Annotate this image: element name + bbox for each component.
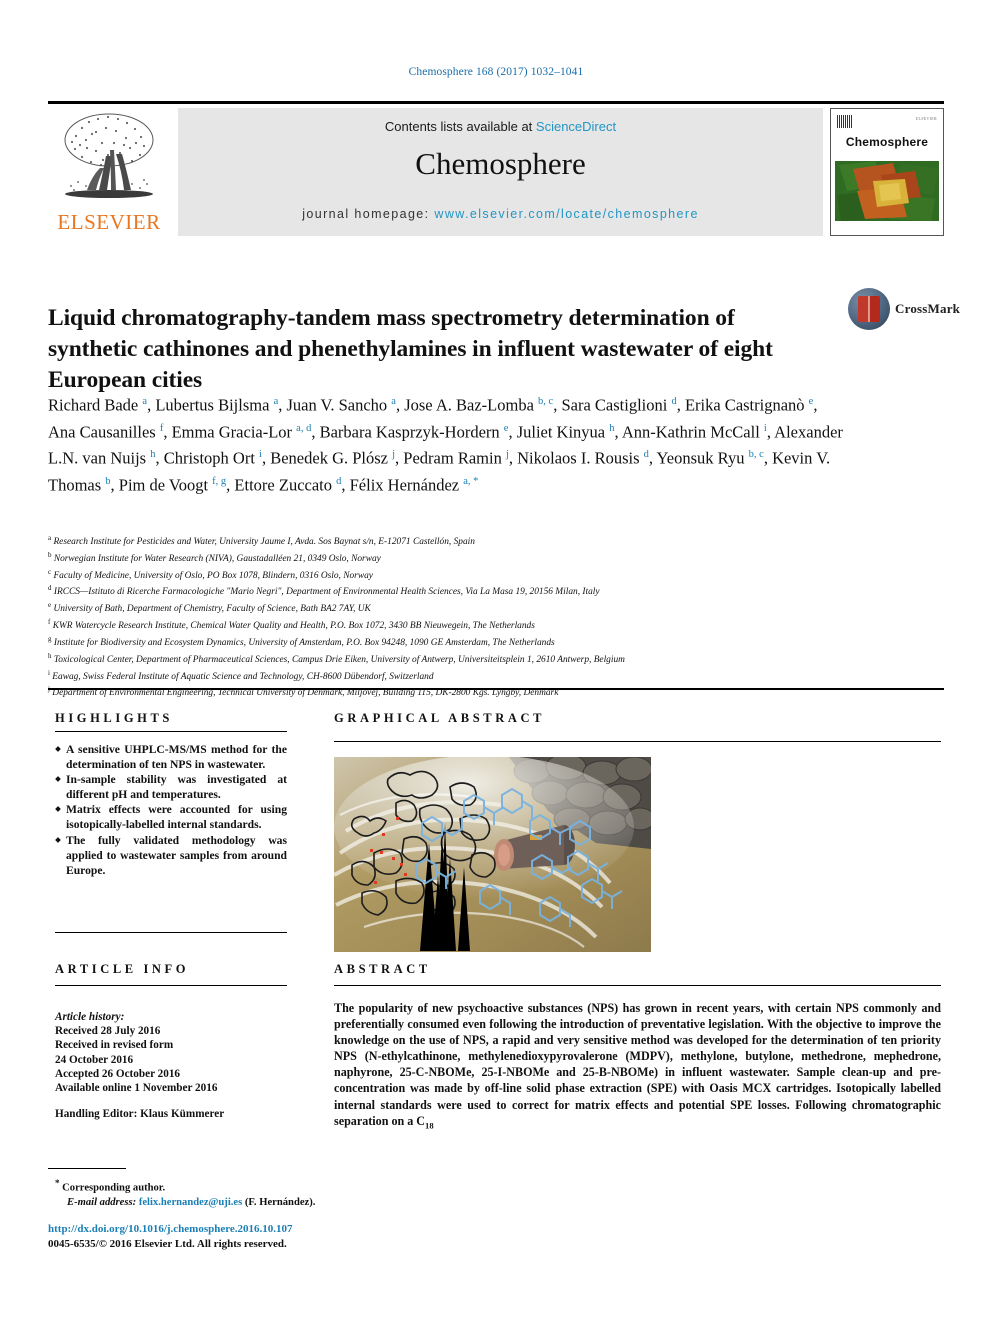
abstract-heading: ABSTRACT xyxy=(334,962,431,976)
affiliation-text: IRCCS—Istituto di Ricerche Farmacologich… xyxy=(51,587,600,598)
author-list: Richard Bade a, Lubertus Bijlsma a, Juan… xyxy=(48,395,843,495)
affiliation-item: c Faculty of Medicine, University of Osl… xyxy=(48,566,878,583)
affiliation-text: KWR Watercycle Research Institute, Chemi… xyxy=(50,621,535,632)
affiliation-item: g Institute for Biodiversity and Ecosyst… xyxy=(48,633,878,650)
article-info-spacer xyxy=(55,1095,295,1107)
corresponding-author-note: * Corresponding author. E-mail address: … xyxy=(55,1176,515,1210)
divider-graphical-abstract xyxy=(334,741,941,742)
graphical-abstract-graphic xyxy=(334,757,651,952)
crossmark-badge[interactable]: CrossMark xyxy=(848,288,960,334)
cover-footer xyxy=(835,225,939,233)
divider-highlights xyxy=(55,731,287,732)
barcode-icon xyxy=(837,115,853,128)
homepage-prefix: journal homepage: xyxy=(302,207,435,221)
journal-cover-thumbnail[interactable]: ELSEVIER Chemosphere xyxy=(830,108,944,236)
highlight-item: The fully validated methodology was appl… xyxy=(55,833,287,878)
graphical-abstract-heading: GRAPHICAL ABSTRACT xyxy=(334,711,546,725)
affiliation-text: Norwegian Institute for Water Research (… xyxy=(51,553,381,564)
corresponding-author-line: * Corresponding author. xyxy=(55,1176,515,1196)
affiliation-item: d IRCCS—Istituto di Ricerche Farmacologi… xyxy=(48,582,878,599)
divider-article-info xyxy=(55,985,287,986)
elsevier-wordmark: ELSEVIER xyxy=(57,210,161,234)
article-available-online: Available online 1 November 2016 xyxy=(55,1082,218,1095)
email-suffix: (F. Hernández). xyxy=(244,1196,316,1208)
affiliation-text: Eawag, Swiss Federal Institute of Aquati… xyxy=(49,671,434,682)
affiliation-text: Research Institute for Pesticides and Wa… xyxy=(51,537,475,548)
highlights-heading: HIGHLIGHTS xyxy=(55,711,173,725)
contents-prefix: Contents lists available at xyxy=(384,119,536,134)
highlight-item: A sensitive UHPLC-MS/MS method for the d… xyxy=(55,742,287,772)
graphical-abstract-image xyxy=(334,757,651,952)
email-link[interactable]: felix.hernandez@uji.es xyxy=(139,1197,242,1208)
journal-masthead: ELSEVIER Contents lists available at Sci… xyxy=(48,101,944,236)
affiliation-text: Toxicological Center, Department of Phar… xyxy=(51,654,625,665)
article-received: Received 28 July 2016 xyxy=(55,1025,161,1038)
affiliation-text: Institute for Biodiversity and Ecosystem… xyxy=(51,638,555,649)
divider-affiliations xyxy=(48,688,944,690)
doi-copyright-block: http://dx.doi.org/10.1016/j.chemosphere.… xyxy=(48,1222,548,1251)
journal-title: Chemosphere xyxy=(415,146,586,181)
elsevier-tree-icon xyxy=(64,113,154,198)
cover-publisher-label: ELSEVIER xyxy=(915,116,937,121)
contents-lists-line: Contents lists available at ScienceDirec… xyxy=(178,119,823,134)
handling-editor: Handling Editor: Klaus Kümmerer xyxy=(55,1108,225,1121)
article-info-heading: ARTICLE INFO xyxy=(55,962,190,976)
affiliation-list: a Research Institute for Pesticides and … xyxy=(48,532,878,700)
cover-journal-title: Chemosphere xyxy=(845,135,929,149)
footnote-rule xyxy=(48,1168,126,1169)
article-history-label: Article history: xyxy=(55,1011,125,1023)
article-accepted: Accepted 26 October 2016 xyxy=(55,1067,181,1080)
affiliation-item: a Research Institute for Pesticides and … xyxy=(48,532,878,549)
affiliation-text: Faculty of Medicine, University of Oslo,… xyxy=(51,570,373,581)
email-label: E-mail address: xyxy=(67,1196,137,1208)
cover-leaves-graphic xyxy=(835,161,939,221)
crossmark-book-icon xyxy=(858,296,880,322)
doi-link[interactable]: http://dx.doi.org/10.1016/j.chemosphere.… xyxy=(48,1222,548,1237)
masthead-band: Contents lists available at ScienceDirec… xyxy=(178,108,823,236)
crossmark-circle-icon xyxy=(848,288,890,330)
abstract-text: The popularity of new psychoactive subst… xyxy=(334,1001,941,1131)
article-title: Liquid chromatography-tandem mass spectr… xyxy=(48,304,773,393)
cover-header: ELSEVIER Chemosphere xyxy=(835,113,939,159)
article-revised-label: Received in revised form xyxy=(55,1039,174,1052)
highlight-item: In-sample stability was investigated at … xyxy=(55,772,287,802)
affiliation-item: e University of Bath, Department of Chem… xyxy=(48,599,878,616)
article-revised-date: 24 October 2016 xyxy=(55,1053,134,1066)
divider-highlights-bottom xyxy=(55,932,287,933)
highlight-item: Matrix effects were accounted for using … xyxy=(55,802,287,832)
sciencedirect-link[interactable]: ScienceDirect xyxy=(536,119,616,134)
journal-homepage-line: journal homepage: www.elsevier.com/locat… xyxy=(178,207,823,221)
asterisk-marker: * xyxy=(55,1178,60,1188)
affiliation-item: h Toxicological Center, Department of Ph… xyxy=(48,650,878,667)
cover-artwork xyxy=(835,161,939,221)
email-line: E-mail address: felix.hernandez@uji.es (… xyxy=(55,1196,515,1210)
affiliation-item: j Department of Environmental Engineerin… xyxy=(48,683,878,700)
running-head: Chemosphere 168 (2017) 1032–1041 xyxy=(408,66,584,78)
affiliation-item: f KWR Watercycle Research Institute, Che… xyxy=(48,616,878,633)
divider-abstract xyxy=(334,985,941,986)
elsevier-logo: ELSEVIER xyxy=(48,108,170,236)
article-first-page: Chemosphere 168 (2017) 1032–1041 ELSEVIE… xyxy=(0,0,992,1323)
crossmark-label: CrossMark xyxy=(895,301,961,316)
affiliation-text: University of Bath, Department of Chemis… xyxy=(51,604,371,615)
affiliation-text: Department of Environmental Engineering,… xyxy=(49,688,559,699)
article-info-block: Article history: Received 28 July 2016 R… xyxy=(55,1010,295,1121)
copyright-line: 0045-6535/© 2016 Elsevier Ltd. All right… xyxy=(48,1237,287,1250)
highlights-list: A sensitive UHPLC-MS/MS method for the d… xyxy=(55,742,287,878)
affiliation-item: i Eawag, Swiss Federal Institute of Aqua… xyxy=(48,667,878,684)
affiliation-item: b Norwegian Institute for Water Research… xyxy=(48,549,878,566)
journal-homepage-link[interactable]: www.elsevier.com/locate/chemosphere xyxy=(434,207,698,221)
corresponding-author-text: Corresponding author. xyxy=(62,1182,166,1194)
